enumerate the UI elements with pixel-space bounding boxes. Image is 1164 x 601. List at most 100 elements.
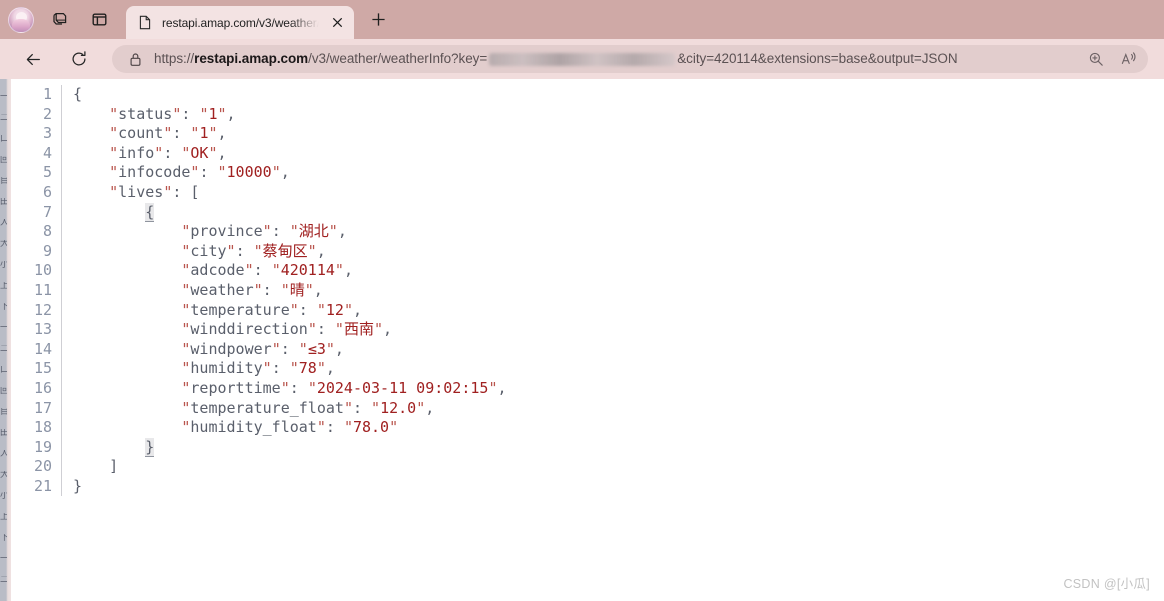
line-number: 21 [33,476,52,495]
code-token: : [298,300,317,319]
code-text: "reporttime": "2024-03-11 09:02:15", [62,379,1164,399]
code-token: " [371,398,381,417]
url-query-tail: &city=420114&extensions=base&output=JSON [677,51,958,66]
line-number: 10 [33,261,52,280]
code-line: 7 { [11,202,1164,223]
omnibox-actions [1078,46,1142,72]
line-number: 19 [33,437,52,456]
background-glyph: 人 [0,450,7,459]
tab-title-wrap: restapi.amap.com/v3/weather/we [162,14,324,31]
line-number: 6 [42,182,52,201]
url-path: /v3/weather/weatherInfo?key= [308,51,488,66]
code-token: " [109,124,119,143]
code-token: 蔡甸区 [262,241,308,260]
zoom-icon[interactable] [1082,46,1110,72]
new-tab-button[interactable] [363,5,393,35]
code-token: [ [190,182,200,201]
code-line: 3 "count": "1", [11,124,1164,144]
code-token: " [271,163,281,182]
code-token: } [73,476,83,495]
code-token: : [172,182,191,201]
code-token: adcode [190,261,245,280]
code-token: windpower [190,339,272,358]
split-screen-icon[interactable] [84,5,114,35]
code-token: " [389,418,399,437]
code-token: : [289,378,308,397]
code-token: " [217,104,227,123]
code-token: 湖北 [298,222,329,241]
code-token: " [298,339,308,358]
read-aloud-icon[interactable] [1114,46,1142,72]
back-arrow-icon[interactable] [18,44,48,74]
code-token: 2024-03-11 09:02:15 [316,378,489,397]
code-line: 20 ] [11,457,1164,477]
code-token: , [325,359,335,378]
line-number: 20 [33,457,52,476]
code-text: } [62,477,1164,497]
code-token: count [118,124,164,143]
code-line: 18 "humidity_float": "78.0" [11,418,1164,438]
code-token: , [226,104,236,123]
code-text: "lives": [ [62,183,1164,203]
code-line: 9 "city": "蔡甸区", [11,241,1164,262]
code-token: { [145,202,155,222]
code-token: , [217,143,227,162]
code-token: , [313,280,323,299]
tab-groups-icon[interactable] [44,5,74,35]
code-text: "humidity": "78", [62,359,1164,379]
code-token: province [190,222,263,241]
code-token: " [208,143,218,162]
code-token: " [325,339,335,358]
code-token: 晴 [289,280,305,299]
code-token: status [118,104,173,123]
code-token: " [253,280,263,299]
line-number: 16 [33,378,52,397]
code-token: : [271,222,290,241]
browser-window: restapi.amap.com/v3/weather/we https://r… [0,0,1164,601]
code-token: " [109,104,119,123]
profile-avatar[interactable] [8,6,34,33]
code-token: : [235,241,254,260]
close-icon[interactable] [326,12,348,34]
line-number: 1 [42,85,52,103]
code-token: : [325,418,344,437]
code-text: "count": "1", [62,124,1164,144]
code-token: 1 [208,104,218,123]
code-token: " [343,418,353,437]
reload-icon[interactable] [64,44,94,74]
tab-title: restapi.amap.com/v3/weather/we [162,16,324,30]
line-number: 12 [33,300,52,319]
line-number: 11 [33,280,52,299]
code-text: "temperature_float": "12.0", [62,399,1164,419]
code-token: : [262,280,281,299]
code-token: 西南 [343,320,374,339]
code-token: 78 [298,359,317,378]
tab-strip: restapi.amap.com/v3/weather/we [0,0,1164,39]
code-token: : [316,320,335,339]
lock-icon[interactable] [126,50,144,68]
code-token: , [217,124,227,143]
code-token: 78.0 [352,418,390,437]
code-token: " [109,163,119,182]
code-token: " [373,320,383,339]
code-token: : [253,261,272,280]
code-token: city [190,241,227,260]
code-token: " [109,182,119,201]
code-token: " [304,280,314,299]
code-token: " [244,261,254,280]
code-line: 15 "humidity": "78", [11,359,1164,379]
code-line: 17 "temperature_float": "12.0", [11,398,1164,419]
code-line: 2 "status": "1", [11,104,1164,125]
browser-tab-active[interactable]: restapi.amap.com/v3/weather/we [126,6,354,39]
url-text: https://restapi.amap.com/v3/weather/weat… [154,45,958,73]
code-text: "winddirection": "西南", [62,320,1164,340]
background-glyph: 田 [0,429,7,438]
address-bar[interactable]: https://restapi.amap.com/v3/weather/weat… [112,45,1148,73]
